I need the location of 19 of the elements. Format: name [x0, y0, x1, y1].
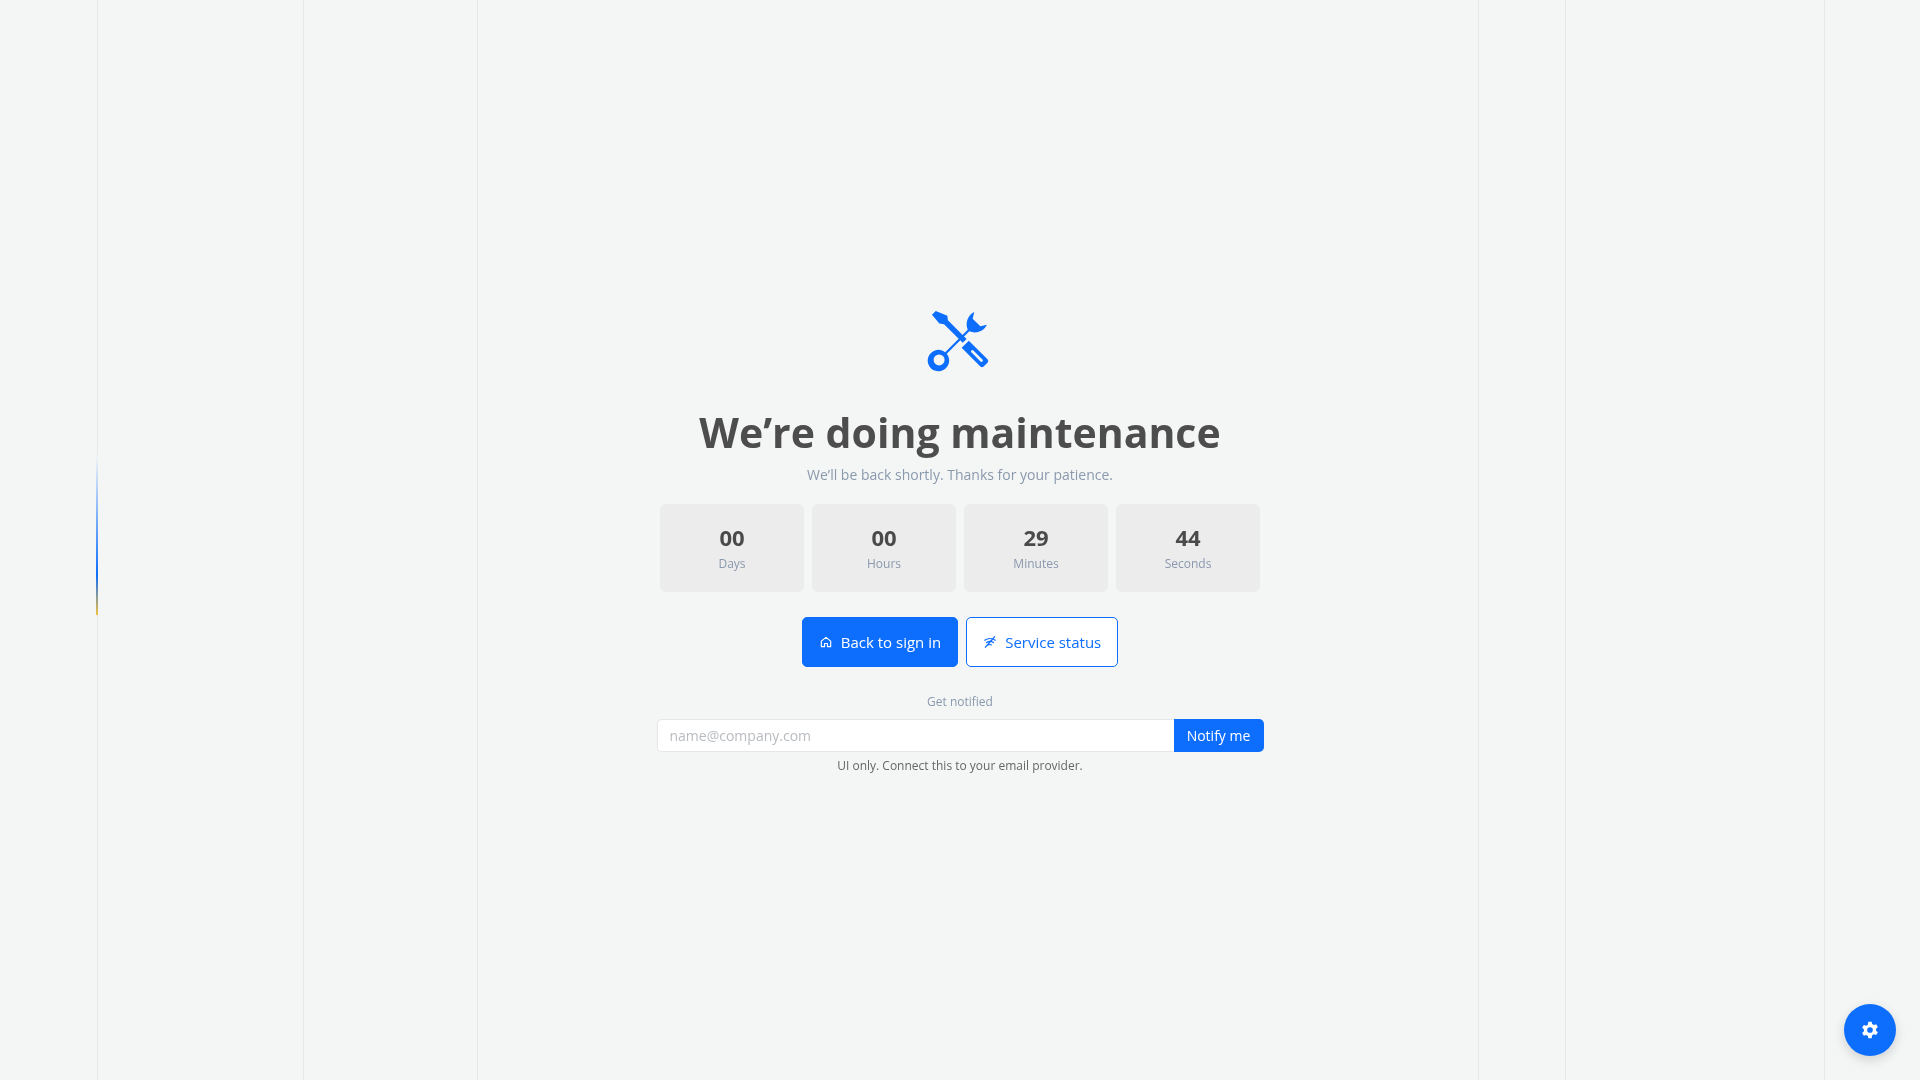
email-field[interactable]: name@company.com: [656, 719, 1174, 753]
countdown-value: 00: [719, 524, 745, 551]
page-title: We’re doing maintenance: [699, 410, 1221, 456]
countdown-label: Days: [718, 554, 746, 572]
notify-button[interactable]: Notify me: [1173, 719, 1264, 753]
hint-text: UI only. Connect this to your email provider.: [837, 757, 1083, 775]
countdown-value: 44: [1175, 524, 1201, 551]
subtitle: We’ll be back shortly. Thanks for your patience.: [807, 465, 1113, 485]
settings-icon: [1860, 1020, 1880, 1040]
countdown-label: Minutes: [1013, 554, 1059, 572]
countdown-label: Hours: [866, 554, 902, 572]
home-icon: [818, 635, 833, 650]
countdown-value: 29: [1023, 524, 1049, 551]
settings-button[interactable]: [1844, 1004, 1896, 1056]
countdown-value: 00: [871, 524, 897, 551]
sign-in-button[interactable]: Back to sign in: [801, 617, 959, 668]
countdown-label: Seconds: [1164, 554, 1212, 572]
field-label: Get notified: [927, 693, 993, 711]
status-button[interactable]: Service status: [966, 617, 1119, 668]
